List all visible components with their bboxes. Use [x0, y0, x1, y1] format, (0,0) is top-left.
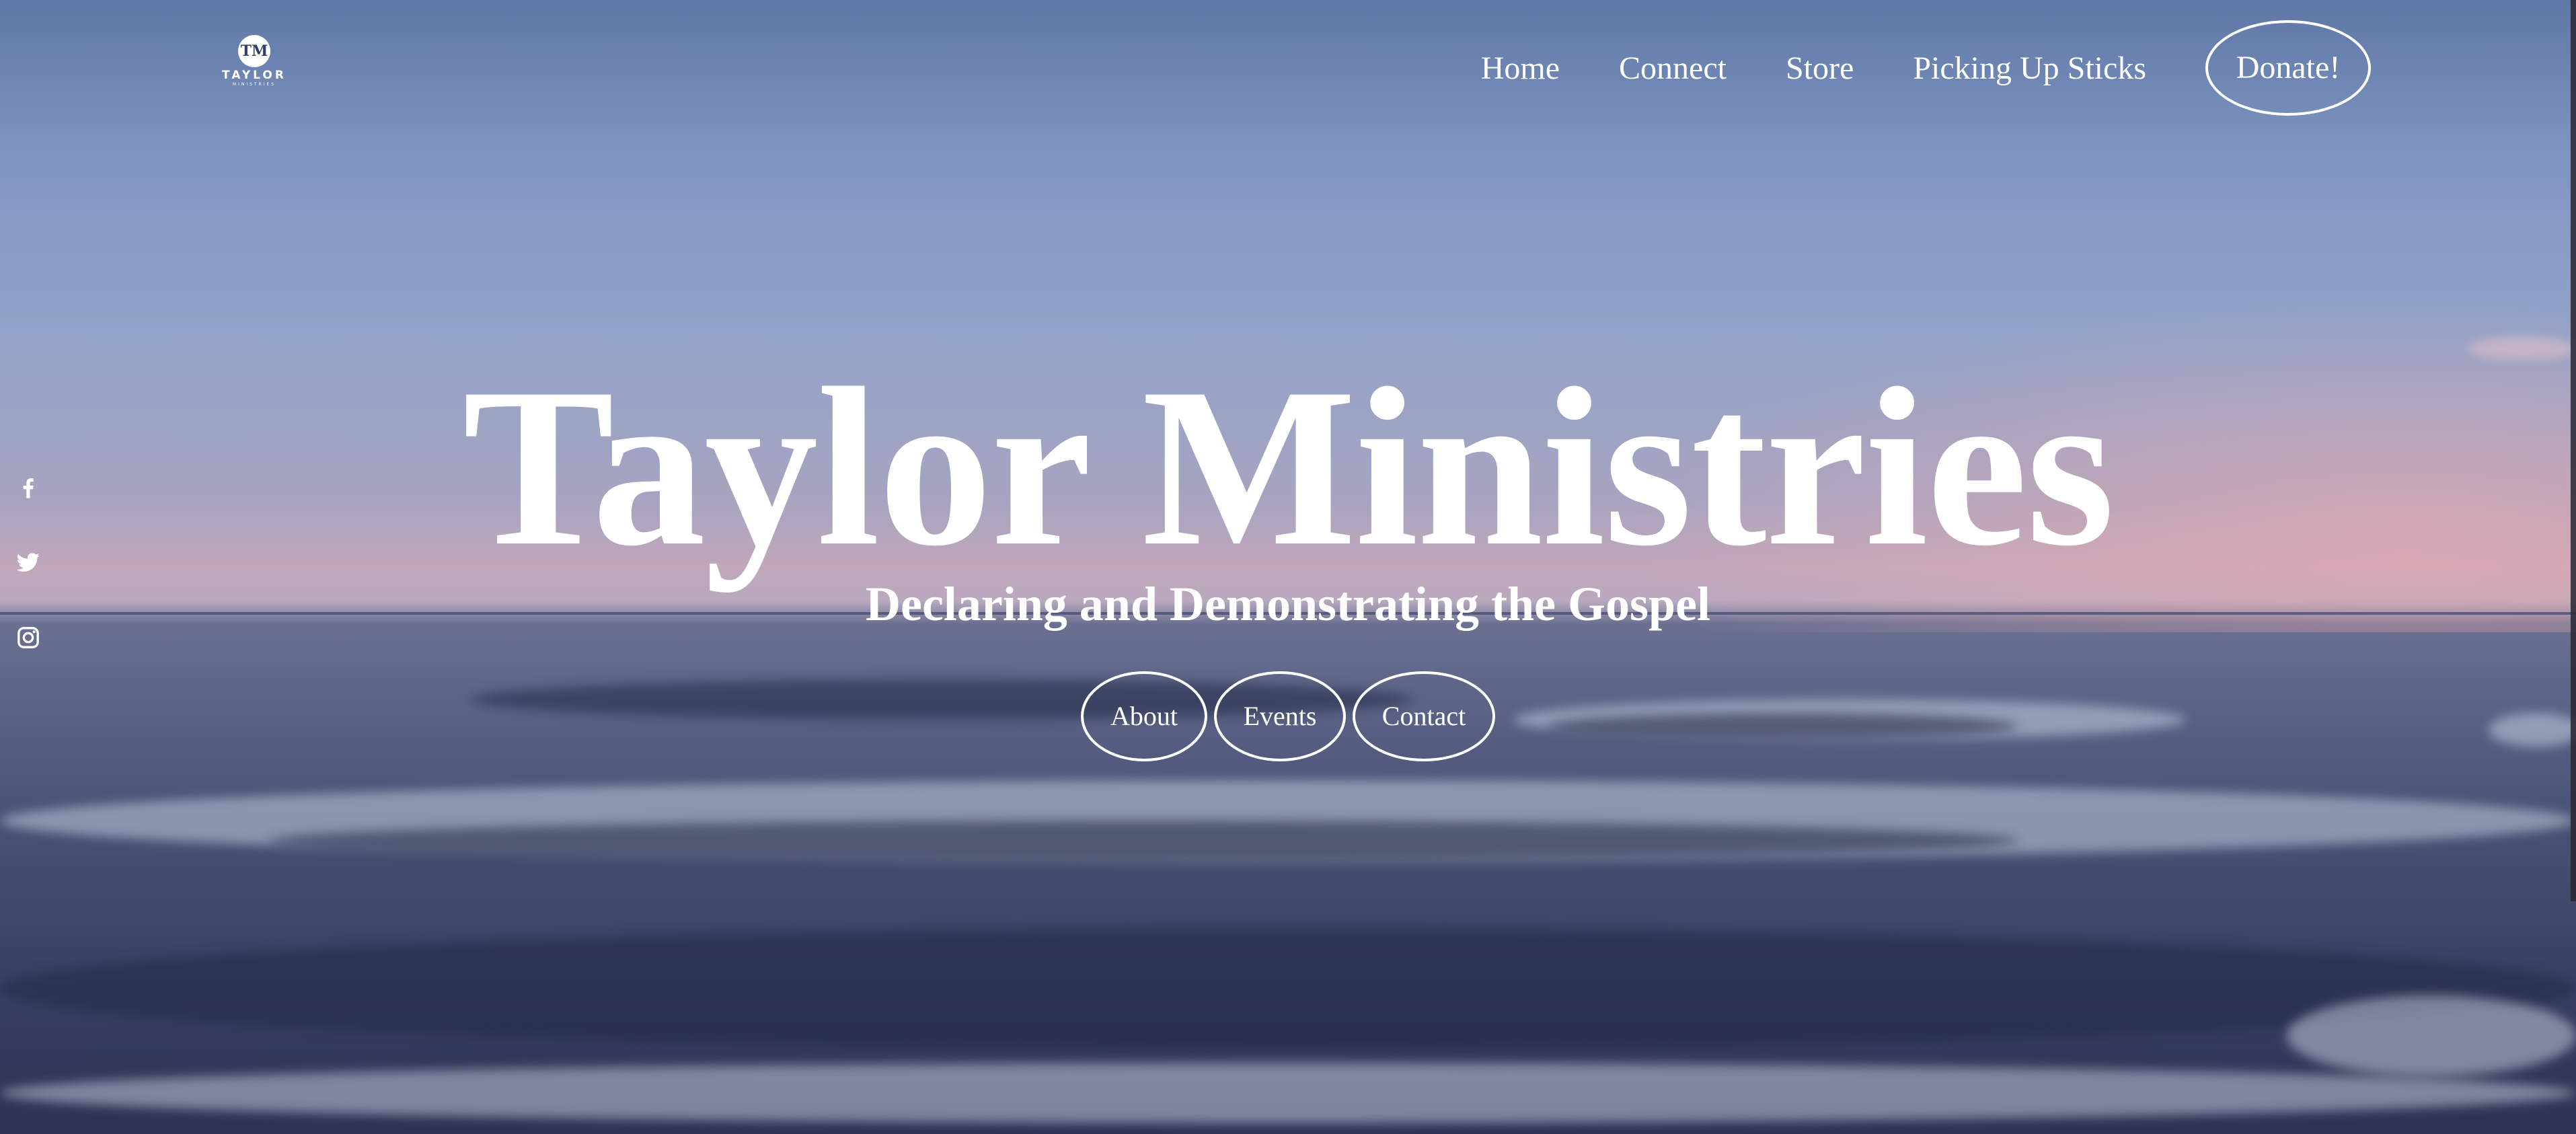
hero-subtitle: Declaring and Demonstrating the Gospel	[866, 577, 1710, 631]
hero-background: TM TAYLOR MINISTRIES Home Connect Store …	[0, 0, 2576, 1134]
hero-title: Taylor Ministries	[462, 342, 2115, 593]
events-button[interactable]: Events	[1214, 671, 1346, 761]
contact-button[interactable]: Contact	[1353, 671, 1495, 761]
wave	[269, 821, 2018, 861]
nav-link-store[interactable]: Store	[1786, 50, 1854, 87]
wave	[0, 928, 2576, 1049]
nav-link-connect[interactable]: Connect	[1619, 50, 1727, 87]
donate-button[interactable]: Donate!	[2205, 20, 2371, 116]
site-logo[interactable]: TM TAYLOR MINISTRIES	[214, 35, 295, 87]
hero-button-group: About Events Contact	[0, 671, 2576, 761]
about-button[interactable]: About	[1081, 671, 1207, 761]
logo-wordmark: TAYLOR	[222, 69, 287, 82]
nav-link-home[interactable]: Home	[1481, 50, 1560, 87]
logo-mark: TM	[238, 35, 270, 67]
wave-foam	[2287, 995, 2576, 1076]
logo-subtext: MINISTRIES	[232, 82, 276, 87]
wave-foam	[0, 1063, 2576, 1123]
main-nav: Home Connect Store Picking Up Sticks Don…	[1422, 19, 2371, 117]
nav-link-picking-up-sticks[interactable]: Picking Up Sticks	[1913, 50, 2146, 87]
